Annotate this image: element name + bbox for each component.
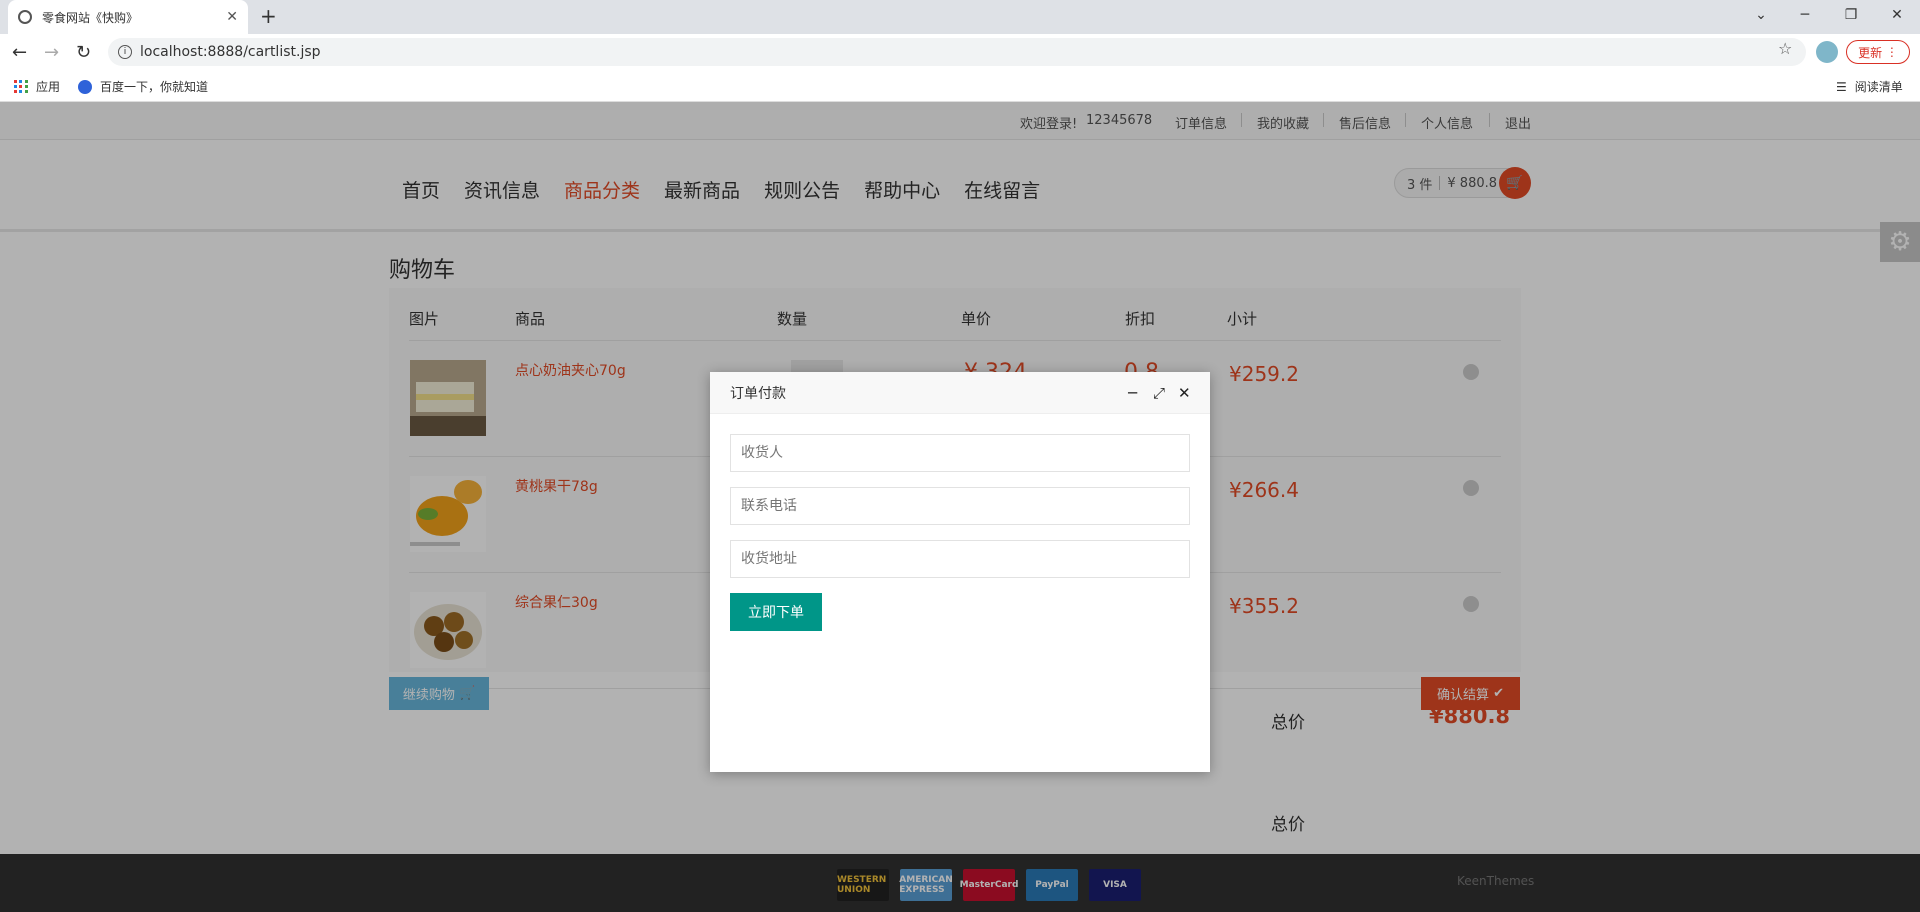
bookmark-apps-label: 应用: [36, 80, 61, 94]
reading-list[interactable]: ☰ 阅读清单: [1836, 78, 1903, 95]
tab-title: 零食网站《快购》: [42, 10, 139, 25]
bookmark-baidu[interactable]: 百度一下，你就知道: [78, 78, 208, 95]
new-tab-button[interactable]: +: [260, 4, 277, 28]
profile-avatar[interactable]: [1816, 41, 1838, 63]
tab-close-icon[interactable]: ✕: [226, 9, 238, 25]
update-button[interactable]: 更新 ⋮: [1846, 40, 1910, 64]
minimize-icon[interactable]: ─: [1128, 384, 1137, 402]
reload-icon[interactable]: ↻: [76, 42, 91, 63]
bookmark-baidu-label: 百度一下，你就知道: [100, 80, 209, 94]
apps-grid-icon: [14, 79, 28, 94]
browser-tab-strip: 零食网站《快购》 ✕ + ⌄ ─ ❐ ✕: [0, 0, 1920, 34]
receiver-input[interactable]: [730, 434, 1190, 472]
address-input[interactable]: [730, 540, 1190, 578]
place-order-button[interactable]: 立即下单: [730, 593, 822, 631]
update-label: 更新: [1858, 45, 1883, 60]
modal-title: 订单付款: [730, 385, 786, 402]
url-text: localhost:8888/cartlist.jsp: [140, 44, 321, 60]
browser-tab[interactable]: 零食网站《快购》 ✕: [8, 0, 248, 34]
phone-input[interactable]: [730, 487, 1190, 525]
payment-modal: 订单付款 ─ ⤢ ✕ 立即下单: [710, 372, 1210, 772]
bookmarks-bar: 应用 百度一下，你就知道 ☰ 阅读清单: [0, 70, 1920, 102]
window-close-icon[interactable]: ✕: [1874, 0, 1920, 30]
forward-icon[interactable]: →: [44, 42, 59, 63]
minimize-icon[interactable]: ─: [1782, 0, 1828, 30]
back-icon[interactable]: ←: [12, 42, 27, 63]
bookmark-apps[interactable]: 应用: [14, 78, 60, 95]
close-icon[interactable]: ✕: [1178, 384, 1191, 402]
maximize-icon[interactable]: ⤢: [1153, 384, 1165, 402]
reading-list-icon: ☰: [1836, 79, 1847, 94]
browser-toolbar: ← → ↻ i localhost:8888/cartlist.jsp ☆ 更新…: [0, 34, 1920, 70]
globe-icon: [18, 10, 32, 24]
restore-icon[interactable]: ❐: [1828, 0, 1874, 30]
baidu-paw-icon: [78, 79, 92, 94]
address-bar[interactable]: i localhost:8888/cartlist.jsp: [108, 38, 1806, 66]
info-icon[interactable]: i: [118, 45, 132, 59]
tab-search-icon[interactable]: ⌄: [1738, 0, 1784, 30]
reading-list-label: 阅读清单: [1854, 80, 1903, 94]
bookmark-star-icon[interactable]: ☆: [1778, 39, 1792, 58]
